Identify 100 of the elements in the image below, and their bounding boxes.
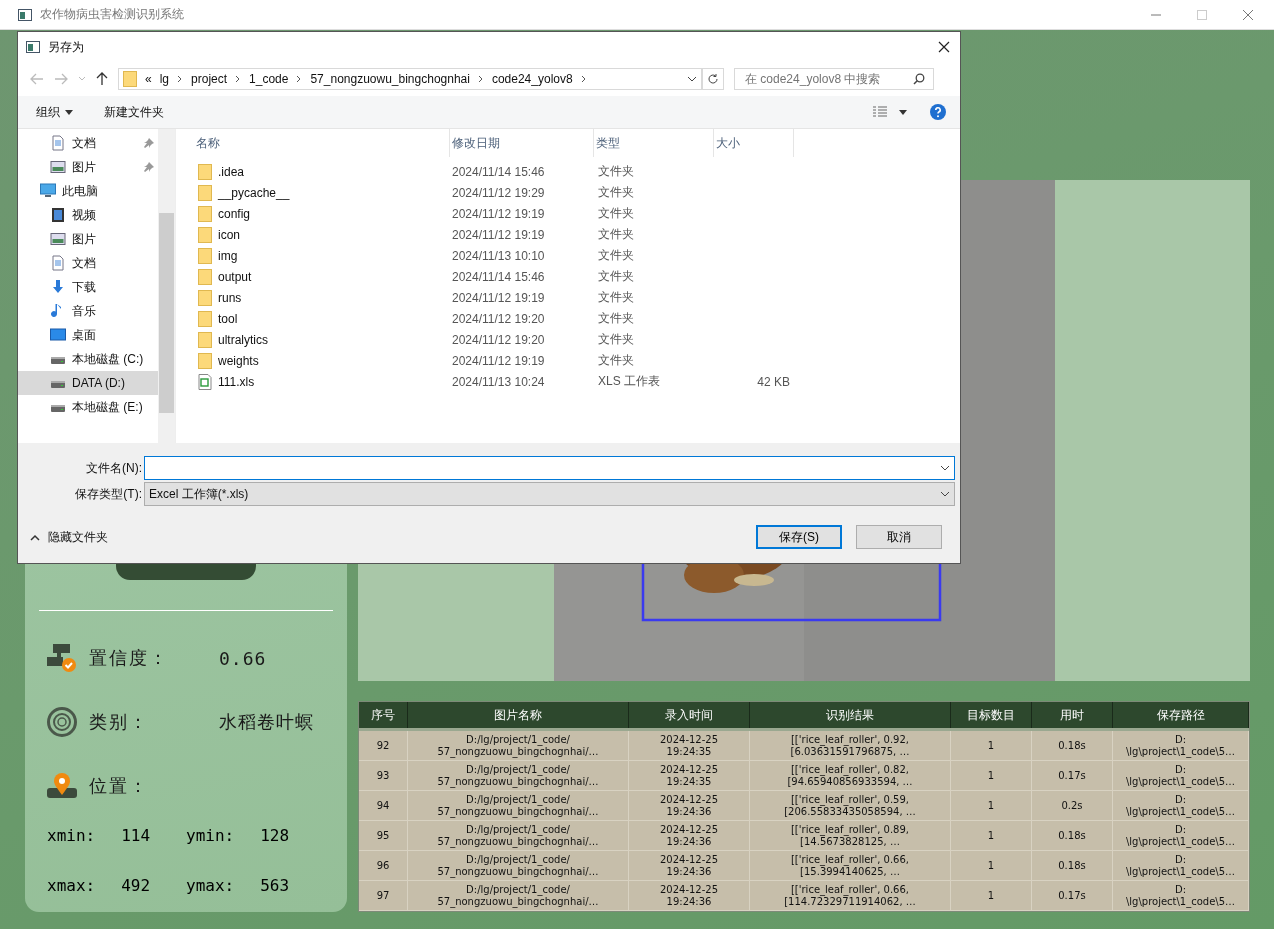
chevron-icon [477,75,484,83]
refresh-icon [707,73,719,85]
table-cell: 2024-12-25 19:24:36 [629,821,750,850]
folder-icon [198,247,212,264]
nav-item[interactable]: 本地磁盘 (E:) [18,395,158,419]
table-cell: 0.18s [1032,851,1113,880]
coordinate-label: ymin: [186,825,235,845]
caret-icon[interactable] [65,109,73,115]
folder-icon [198,163,212,180]
table-cell: 95 [359,821,408,850]
address-bar[interactable]: « lg project 1_code 57_nongzuowu_bingchognhai code24_yolov8 [118,68,702,90]
folder-icon [198,205,212,222]
class-value: 水稻卷叶螟 [219,710,314,734]
coordinate-value: 128 [260,825,290,845]
table-cell: 1 [951,761,1032,790]
table-cell: D: \lg\project\1_code\5… [1113,881,1249,910]
nav-item[interactable]: 下载 [18,275,158,299]
table-cell: 2024-12-25 19:24:35 [629,761,750,790]
breadcrumb[interactable]: code24_yolov8 [491,72,573,86]
table-cell: 0.17s [1032,881,1113,910]
spreadsheet-icon [198,373,212,390]
column-header[interactable]: 大小 [714,129,794,157]
table-cell: D:/lg/project/1_code/ 57_nongzuowu_bingchognhai/… [408,851,629,880]
nav-item[interactable]: 音乐 [18,299,158,323]
nav-item[interactable]: 图片 [18,155,158,179]
table-cell: 97 [359,881,408,910]
scrollbar[interactable] [158,129,175,443]
refresh-button[interactable] [702,68,724,90]
close-icon[interactable] [938,41,950,53]
folder-icon [123,71,137,87]
nav-item[interactable]: 文档 [18,131,158,155]
breadcrumb[interactable]: « [145,72,152,86]
hide-folders-toggle[interactable]: 隐藏文件夹 [18,528,108,546]
table-cell: 2024-12-25 19:24:35 [629,731,750,760]
table-cell: 2024-12-25 19:24:36 [629,851,750,880]
file-row[interactable]: weights 2024/11/12 19:19 文件夹 [194,350,960,371]
document-icon [50,255,66,271]
table-cell: [['rice_leaf_roller', 0.59, [206.55833435058594, … [750,791,951,820]
nav-item[interactable]: DATA (D:) [18,371,158,395]
folder-icon [198,226,212,243]
breadcrumb[interactable]: 1_code [249,72,289,86]
file-type-dropdown[interactable]: Excel 工作簿(*.xls) [144,482,955,506]
column-header[interactable]: 修改日期 [450,129,594,157]
column-header[interactable]: 名称 [194,129,450,157]
caret-icon[interactable] [687,76,697,82]
pin-icon [144,138,154,148]
column-header[interactable]: 类型 [594,129,714,157]
new-folder-button[interactable]: 新建文件夹 [104,103,164,121]
caret-icon [940,465,950,471]
file-row[interactable]: img 2024/11/13 10:10 文件夹 [194,245,960,266]
location-pin-icon [47,771,77,801]
file-row[interactable]: 111.xls 2024/11/13 10:24 XLS 工作表 42 KB [194,371,960,392]
file-row[interactable]: __pycache__ 2024/11/12 19:29 文件夹 [194,182,960,203]
table-cell: D:/lg/project/1_code/ 57_nongzuowu_bingchognhai/… [408,731,629,760]
pin-icon [144,162,154,172]
file-name-field[interactable] [144,456,955,480]
breadcrumb[interactable]: project [191,72,228,86]
file-row[interactable]: runs 2024/11/12 19:19 文件夹 [194,287,960,308]
film-icon [50,207,66,223]
breadcrumb[interactable]: lg [159,72,170,86]
coordinate-value: 114 [121,825,151,845]
nav-item[interactable]: 文档 [18,251,158,275]
folder-icon [198,331,212,348]
help-icon[interactable] [930,104,946,120]
image-icon [50,159,66,175]
chevron-icon [177,75,184,83]
confidence-value: 0.66 [219,647,267,669]
table-cell: 1 [951,731,1032,760]
caret-icon[interactable] [899,109,907,115]
nav-item[interactable]: 本地磁盘 (C:) [18,347,158,371]
table-cell: D: \lg\project\1_code\5… [1113,761,1249,790]
window-title: 农作物病虫害检测识别系统 [40,6,184,23]
column-header: 目标数目 [951,702,1032,728]
folder-icon [198,268,212,285]
breadcrumb[interactable]: 57_nongzuowu_bingchognhai [310,72,470,86]
nav-item[interactable]: 视频 [18,203,158,227]
table-cell: [['rice_leaf_roller', 0.66, [15.3994140625, … [750,851,951,880]
nav-item[interactable]: 此电脑 [18,179,158,203]
file-row[interactable]: output 2024/11/14 15:46 文件夹 [194,266,960,287]
file-row[interactable]: tool 2024/11/12 19:20 文件夹 [194,308,960,329]
file-row[interactable]: .idea 2024/11/14 15:46 文件夹 [194,161,960,182]
file-row[interactable]: config 2024/11/12 19:19 文件夹 [194,203,960,224]
position-label: 位置： [89,774,150,798]
up-arrow-icon[interactable] [96,72,108,86]
organize-menu[interactable]: 组织 [36,103,60,121]
column-header: 录入时间 [629,702,750,728]
table-cell: D:/lg/project/1_code/ 57_nongzuowu_bingchognhai/… [408,791,629,820]
chevron-icon [296,75,303,83]
nav-item[interactable]: 图片 [18,227,158,251]
save-button[interactable]: 保存(S) [756,525,842,549]
confidence-label: 置信度： [89,646,170,670]
cancel-button[interactable]: 取消 [856,525,942,549]
chevron-up-icon [30,533,40,541]
table-cell: D:/lg/project/1_code/ 57_nongzuowu_bingchognhai/… [408,821,629,850]
table-cell: 1 [951,881,1032,910]
file-row[interactable]: ultralytics 2024/11/12 19:20 文件夹 [194,329,960,350]
table-cell: 1 [951,851,1032,880]
file-row[interactable]: icon 2024/11/12 19:19 文件夹 [194,224,960,245]
nav-item[interactable]: 桌面 [18,323,158,347]
search-field[interactable]: 在 code24_yolov8 中搜索 [734,68,934,90]
